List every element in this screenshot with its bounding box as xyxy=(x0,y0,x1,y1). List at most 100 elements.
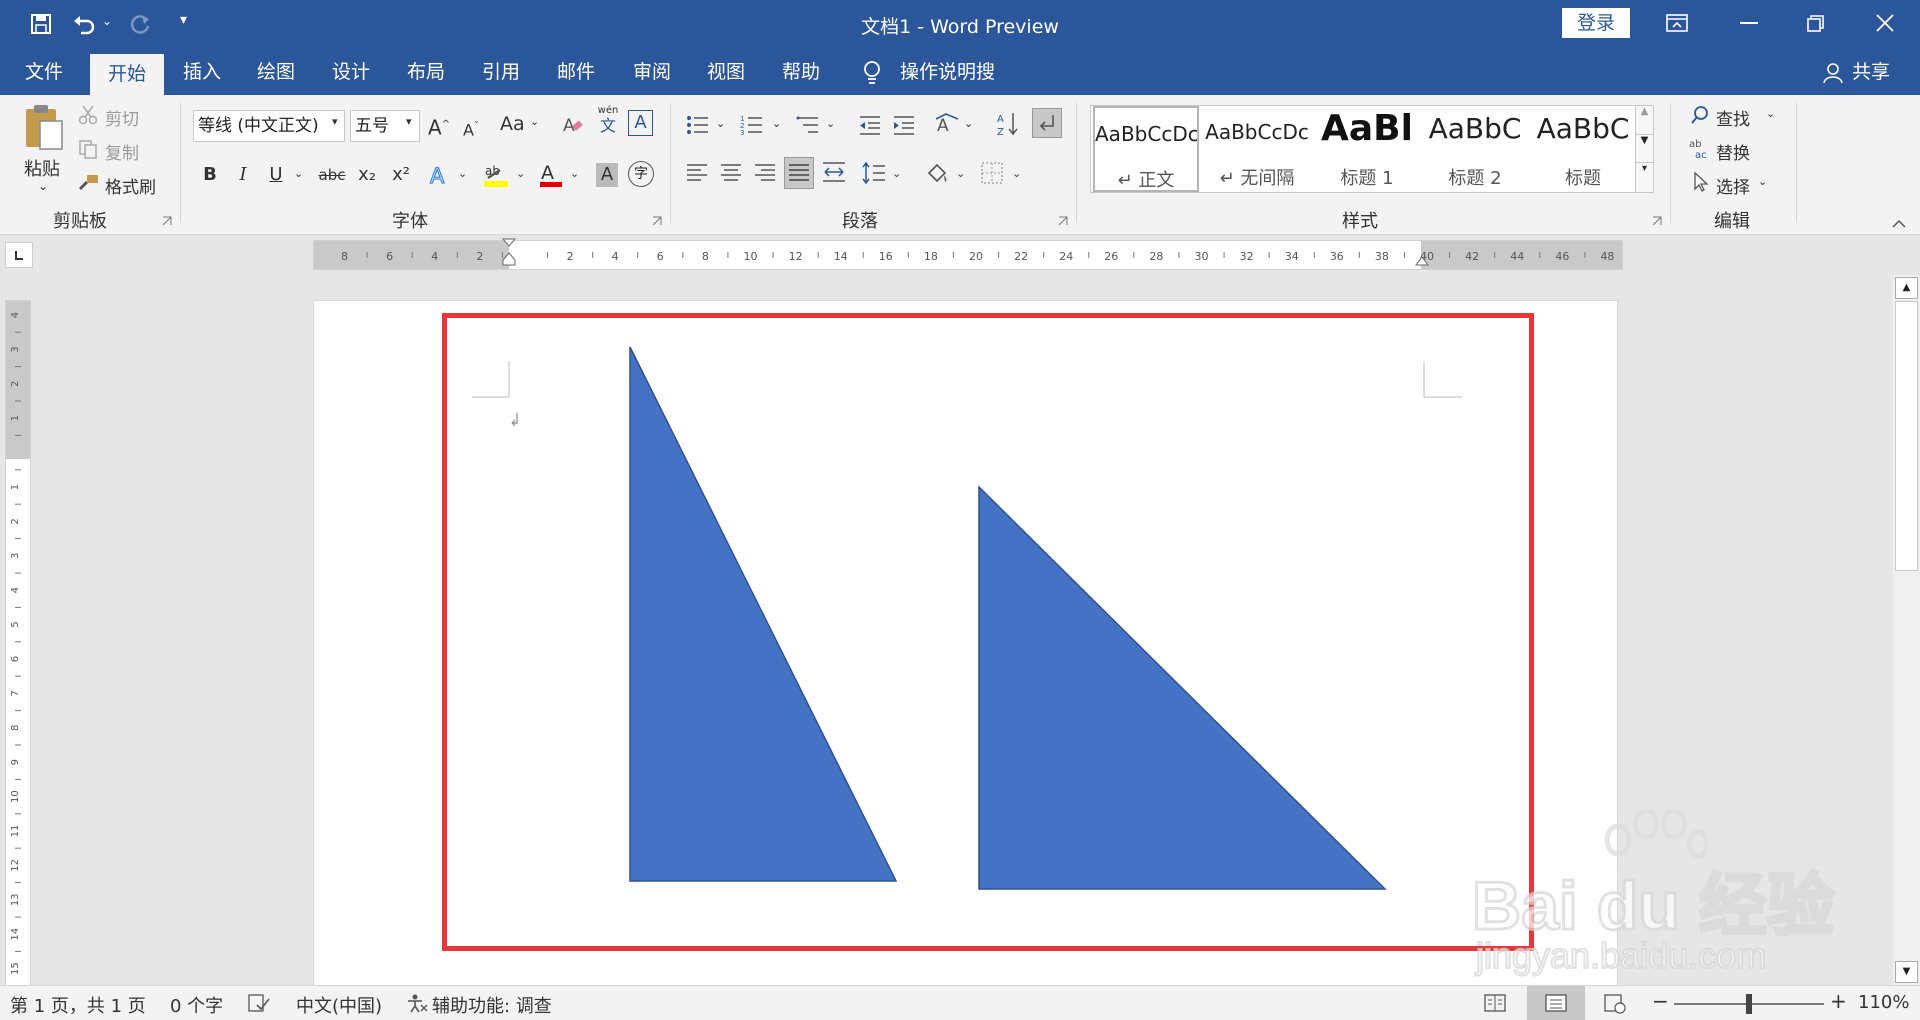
format-painter-button[interactable]: 格式刷 xyxy=(105,173,156,198)
character-border-button[interactable]: A xyxy=(628,110,653,136)
justify-button[interactable] xyxy=(784,157,814,189)
find-chevron-icon[interactable]: ⌄ xyxy=(1766,107,1775,120)
character-shading-icon[interactable]: A xyxy=(596,163,618,187)
tab-home[interactable]: 开始 xyxy=(90,54,164,95)
indent-marker-icon[interactable] xyxy=(502,238,516,272)
tab-layout[interactable]: 布局 xyxy=(400,50,452,95)
bullets-chevron-icon[interactable]: ⌄ xyxy=(716,117,725,130)
increase-indent-icon[interactable] xyxy=(892,115,916,135)
share-button[interactable]: 共享 xyxy=(1848,50,1894,95)
accessibility-status[interactable]: 辅助功能: 调查 xyxy=(432,992,552,1018)
font-size-chevron-icon[interactable]: ▾ xyxy=(406,115,412,128)
text-effects-icon[interactable]: A xyxy=(428,163,452,189)
style-heading-1[interactable]: AaBl 标题 1 xyxy=(1313,106,1421,192)
tell-me-search[interactable]: 操作说明搜索 xyxy=(900,50,1010,128)
scroll-up-icon[interactable]: ▲ xyxy=(1895,277,1918,299)
chinese-layout-icon[interactable]: A xyxy=(934,113,960,135)
replace-icon[interactable]: abac xyxy=(1688,138,1712,160)
borders-chevron-icon[interactable]: ⌄ xyxy=(1012,167,1021,180)
tab-design[interactable]: 设计 xyxy=(325,50,377,95)
find-button[interactable]: 查找 xyxy=(1716,105,1750,130)
scroll-thumb[interactable] xyxy=(1895,301,1918,571)
paste-button[interactable]: 粘贴 xyxy=(24,155,60,181)
read-mode-icon[interactable] xyxy=(1484,994,1506,1012)
font-launcher-icon[interactable] xyxy=(652,216,662,226)
shrink-font-icon[interactable]: Aˇ xyxy=(456,112,486,142)
font-name-chevron-icon[interactable]: ▾ xyxy=(332,115,338,128)
copy-icon[interactable] xyxy=(78,139,98,159)
subscript-button[interactable]: x₂ xyxy=(352,160,382,190)
numbering-chevron-icon[interactable]: ⌄ xyxy=(772,117,781,130)
bullets-icon[interactable] xyxy=(686,115,710,135)
word-count[interactable]: 0 个字 xyxy=(170,992,223,1018)
styles-launcher-icon[interactable] xyxy=(1652,216,1662,226)
paragraph-launcher-icon[interactable] xyxy=(1058,216,1068,226)
font-name-dropdown[interactable]: 等线 (中文正文) xyxy=(193,110,345,142)
highlight-chevron-icon[interactable]: ⌄ xyxy=(516,167,525,180)
styles-more-icon[interactable]: ▾ xyxy=(1636,162,1653,190)
tab-insert[interactable]: 插入 xyxy=(176,50,228,95)
clipboard-launcher-icon[interactable] xyxy=(162,216,172,226)
bold-button[interactable]: B xyxy=(195,160,225,190)
clear-formatting-icon[interactable]: A xyxy=(562,113,584,137)
align-left-icon[interactable] xyxy=(686,163,708,183)
zoom-in-button[interactable]: + xyxy=(1830,989,1847,1013)
borders-icon[interactable] xyxy=(980,161,1004,185)
style-normal[interactable]: AaBbCcDc ↵ 正文 xyxy=(1093,106,1199,192)
paste-icon[interactable] xyxy=(22,103,66,153)
numbering-icon[interactable]: 123 xyxy=(740,115,764,135)
highlight-icon[interactable]: ab xyxy=(482,161,510,189)
person-icon[interactable] xyxy=(1822,62,1844,84)
show-marks-button[interactable] xyxy=(1032,108,1062,138)
italic-button[interactable]: I xyxy=(228,160,258,190)
format-painter-icon[interactable] xyxy=(78,173,100,193)
text-effects-chevron-icon[interactable]: ⌄ xyxy=(458,167,467,180)
select-cursor-icon[interactable] xyxy=(1692,171,1710,193)
select-chevron-icon[interactable]: ⌄ xyxy=(1758,175,1767,188)
phonetic-guide-button[interactable]: wén 文 xyxy=(596,105,620,135)
tab-file[interactable]: 文件 xyxy=(18,50,70,95)
line-spacing-chevron-icon[interactable]: ⌄ xyxy=(892,167,901,180)
cut-button[interactable]: 剪切 xyxy=(105,105,139,130)
scroll-down-icon[interactable]: ▼ xyxy=(1895,961,1918,983)
shading-icon[interactable] xyxy=(924,161,950,187)
vertical-ruler[interactable]: 4 3 2 1 1 2 3 4 5 6 7 8 9 10 11 12 13 14 15 xyxy=(5,300,31,990)
decrease-indent-icon[interactable] xyxy=(858,115,882,135)
sort-icon[interactable]: AZ xyxy=(996,111,1020,137)
tab-review[interactable]: 审阅 xyxy=(626,50,678,95)
tab-help[interactable]: 帮助 xyxy=(775,50,827,95)
search-icon[interactable] xyxy=(1690,105,1710,125)
restore-icon[interactable] xyxy=(1806,14,1826,34)
multilevel-list-icon[interactable] xyxy=(796,115,820,135)
zoom-level[interactable]: 110% xyxy=(1858,992,1909,1013)
font-color-chevron-icon[interactable]: ⌄ xyxy=(570,167,579,180)
tab-mailings[interactable]: 邮件 xyxy=(550,50,602,95)
close-icon[interactable] xyxy=(1876,14,1894,32)
style-heading-2[interactable]: AaBbC 标题 2 xyxy=(1421,106,1529,192)
font-color-icon[interactable]: A xyxy=(538,161,564,189)
superscript-button[interactable]: x² xyxy=(386,160,416,190)
strikethrough-button[interactable]: abc xyxy=(314,160,350,190)
select-button[interactable]: 选择 xyxy=(1716,173,1750,198)
tab-draw[interactable]: 绘图 xyxy=(250,50,302,95)
align-right-icon[interactable] xyxy=(754,163,776,183)
shading-chevron-icon[interactable]: ⌄ xyxy=(956,167,965,180)
grow-font-icon[interactable]: A^ xyxy=(424,110,454,140)
horizontal-ruler[interactable]: 8 6 4 2 2 4 6 8 10 12 14 16 18 20 22 24 26 28 30 32 34 36 38 40… xyxy=(313,238,1623,272)
style-no-spacing[interactable]: AaBbCcDc ↵ 无间隔 xyxy=(1203,106,1311,192)
vertical-scrollbar[interactable]: ▲ ▼ xyxy=(1893,275,1920,985)
accessibility-icon[interactable] xyxy=(406,993,428,1013)
cut-icon[interactable] xyxy=(78,105,98,125)
proofing-icon[interactable] xyxy=(248,993,270,1013)
align-center-icon[interactable] xyxy=(720,163,742,183)
style-title[interactable]: AaBbC 标题 xyxy=(1529,106,1637,192)
styles-up-icon[interactable]: ▲ xyxy=(1636,106,1653,134)
line-spacing-icon[interactable] xyxy=(862,161,886,185)
copy-button[interactable]: 复制 xyxy=(105,139,139,164)
styles-down-icon[interactable]: ▼ xyxy=(1636,134,1653,162)
chinese-layout-chevron-icon[interactable]: ⌄ xyxy=(964,117,973,130)
paste-dropdown-icon[interactable]: ⌄ xyxy=(38,179,48,193)
collapse-ribbon-icon[interactable] xyxy=(1892,219,1906,229)
change-case-chevron-icon[interactable]: ⌄ xyxy=(530,115,539,128)
page-count[interactable]: 第 1 页，共 1 页 xyxy=(10,992,146,1018)
